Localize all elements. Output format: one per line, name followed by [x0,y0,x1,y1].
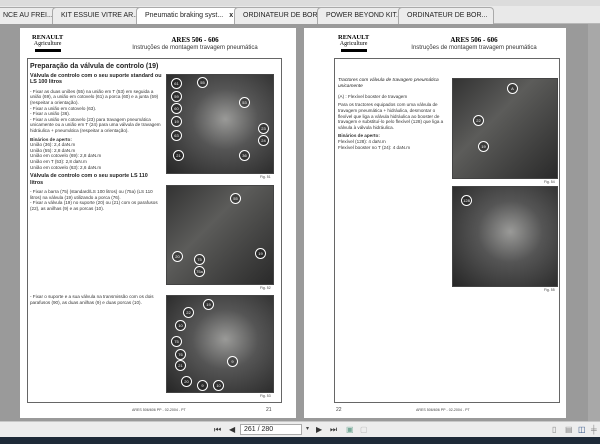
next-page-button[interactable]: ▶ [316,425,322,434]
tab-label: Pneumatic braking syst... [145,12,224,19]
renault-logo: RENAULT Agriculture [338,34,369,52]
continuous-view-icon[interactable]: ▤ [565,425,573,434]
taskbar [0,437,600,444]
figure-caption: Fig. 52 [260,286,271,290]
callout-label: 36 [239,150,250,161]
tab-label: NCE AU FREI... [3,12,53,19]
tab-4[interactable]: POWER BEYOND KIT.... [317,7,411,24]
document-viewer: RENAULT Agriculture ARES 506 - 606 Instru… [0,24,600,421]
section-heading: Preparação da válvula de controlo (19) [30,63,159,70]
fit-width-icon[interactable]: ▢ [360,425,368,434]
tab-label: KIT ESSUIE VITRE AR... [61,12,140,19]
doc-title: ARES 506 - 606 [450,36,498,44]
figure-52-photo: 55 20 75 75a 19 [166,185,274,285]
doc-title: ARES 506 - 606 [171,36,219,44]
tab-bar: NCE AU FREI... KIT ESSUIE VITRE AR... Pn… [0,0,600,24]
callout-label: 59 [171,91,182,102]
callout-label: 20 [172,251,183,262]
figure-54-photo: A 22 19 [452,78,558,179]
callout-label: 9 [197,380,208,391]
callout-label: 21 [173,150,184,161]
callout-label: 19 [171,116,182,127]
page-footer: ARES 506/606 PP - 02-2004 - PT [416,408,470,412]
tab-0[interactable]: NCE AU FREI... [0,7,60,24]
figure-caption: Fig. 54 [544,180,555,184]
callout-label: 19 [203,299,214,310]
first-page-button[interactable]: ⏮ [214,425,221,435]
page-number: 22 [336,407,342,413]
page-21: RENAULT Agriculture ARES 506 - 606 Instru… [20,28,296,418]
figure-caption: Fig. 51 [260,175,271,179]
figure-55-photo: 128 [452,186,558,287]
callout-label: 22 [473,115,484,126]
callout-label: A [507,83,518,94]
fit-page-icon[interactable]: ▣ [346,425,354,434]
callout-label: 9 [227,356,238,367]
callout-label: 55 [197,77,208,88]
callout-label: 63 [171,130,182,141]
page-22: RENAULT Agriculture ARES 506 - 606 Instru… [304,28,566,418]
page-number: 21 [266,407,272,413]
figure-51-photo: 61 55 59 60 53 19 63 23 24 21 36 [166,74,274,174]
tab-label: ORDINATEUR DE BOR... [407,12,488,19]
instructions-text: Tractores com válvula de travagem pneumá… [338,78,444,150]
callout-label: 60 [171,103,182,114]
callout-label: 55 [230,193,241,204]
callout-label: 20 [181,376,192,387]
tab-label: ORDINATEUR DE BOR... [243,12,324,19]
previous-page-button[interactable]: ◀ [229,425,235,434]
instructions-text: Válvula de controlo com o seu suporte st… [30,73,162,211]
renault-logo: RENAULT Agriculture [32,34,63,52]
tab-label: POWER BEYOND KIT.... [326,12,404,19]
tab-2-active[interactable]: Pneumatic braking syst... x [136,7,241,24]
two-page-continuous-icon[interactable]: ╪ [591,425,597,434]
callout-label: 24 [258,135,269,146]
page-navigation-toolbar: ⏮ ◀ 261 / 280 ▾ ▶ ⏭ ▣ ▢ ▯ ▤ ◫ ╪ [0,421,600,437]
callout-label: 23 [258,123,269,134]
tab-3[interactable]: ORDINATEUR DE BOR... [234,7,331,24]
page-dropdown-icon[interactable]: ▾ [306,425,309,432]
callout-label: 75 [194,254,205,265]
instructions-text-2: - Fixar o suporte e a sua válvula na tra… [30,294,154,305]
callout-label: 128 [461,195,472,206]
callout-label: 10 [175,320,186,331]
tab-1[interactable]: KIT ESSUIE VITRE AR... [52,7,147,24]
title-strip [0,0,600,6]
close-tab-icon[interactable]: x [229,12,233,19]
doc-subtitle: Instruções de montagem travagem pneumáti… [411,45,537,51]
figure-caption: Fig. 55 [544,288,555,292]
page-footer: ARES 506/606 PP - 02-2004 - PT [132,408,186,412]
doc-subtitle: Instruções de montagem travagem pneumáti… [132,45,258,51]
callout-label: 10 [213,380,224,391]
callout-label: 75 [171,336,182,347]
two-page-view-icon[interactable]: ◫ [578,425,586,434]
tab-5[interactable]: ORDINATEUR DE BOR... [398,7,495,24]
callout-label: 21 [175,360,186,371]
callout-label: 75a [194,266,205,277]
last-page-button[interactable]: ⏭ [330,425,337,435]
figure-53-photo: 19 22 10 75 76 21 20 9 10 9 [166,295,274,393]
vertical-scrollbar[interactable] [588,24,600,421]
callout-label: 61 [171,78,182,89]
single-page-view-icon[interactable]: ▯ [552,425,556,434]
figure-caption: Fig. 53 [260,394,271,398]
callout-label: 19 [255,248,266,259]
callout-label: 53 [239,97,250,108]
callout-label: 76 [175,349,186,360]
page-number-input[interactable]: 261 / 280 [240,424,302,435]
callout-label: 19 [478,141,489,152]
callout-label: 22 [183,307,194,318]
